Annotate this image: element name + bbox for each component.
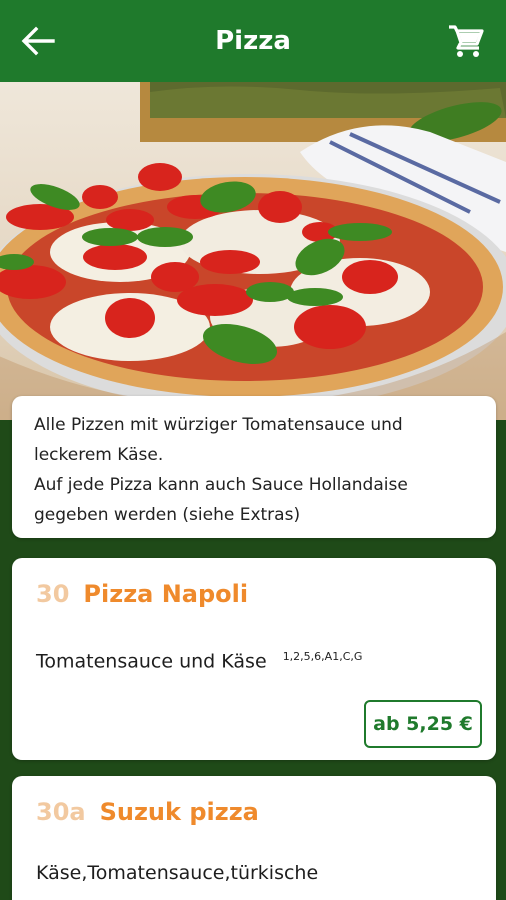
shopping-cart-icon xyxy=(449,25,484,57)
item-name: Suzuk pizza xyxy=(99,798,259,826)
menu-item-header: 30a Suzuk pizza xyxy=(36,798,259,826)
item-description-text: Käse,Tomatensauce,türkische xyxy=(36,862,319,884)
item-description-text: Tomatensauce und Käse xyxy=(36,650,267,673)
menu-item-card[interactable]: 30 Pizza Napoli Tomatensauce und Käse 1,… xyxy=(12,558,496,760)
item-number: 30a xyxy=(36,798,86,826)
menu-item-card[interactable]: 30a Suzuk pizza Käse,Tomatensauce,türkis… xyxy=(12,776,496,900)
intro-line-2: leckerem Käse. xyxy=(34,445,164,465)
intro-line-4: gegeben werden (siehe Extras) xyxy=(34,505,301,525)
item-allergens: 1,2,5,6,A1,C,G xyxy=(282,650,363,663)
app-bar: Pizza xyxy=(0,0,506,82)
item-description: Käse,Tomatensauce,türkische xyxy=(36,862,318,884)
page-title: Pizza xyxy=(215,26,291,56)
item-number: 30 xyxy=(36,580,70,608)
intro-card: Alle Pizzen mit würziger Tomatensauce un… xyxy=(12,396,496,538)
back-button[interactable] xyxy=(20,24,56,58)
cart-button[interactable] xyxy=(446,22,486,60)
item-name: Pizza Napoli xyxy=(83,580,249,608)
intro-line-3: Auf jede Pizza kann auch Sauce Hollandai… xyxy=(34,475,408,495)
price-button[interactable]: ab 5,25 € xyxy=(364,700,482,748)
arrow-left-icon xyxy=(21,26,55,56)
intro-line-1: Alle Pizzen mit würziger Tomatensauce un… xyxy=(34,415,403,435)
menu-item-header: 30 Pizza Napoli xyxy=(36,580,248,608)
item-description: Tomatensauce und Käse 1,2,5,6,A1,C,G xyxy=(36,650,362,672)
pizza-hero-image xyxy=(0,82,506,420)
